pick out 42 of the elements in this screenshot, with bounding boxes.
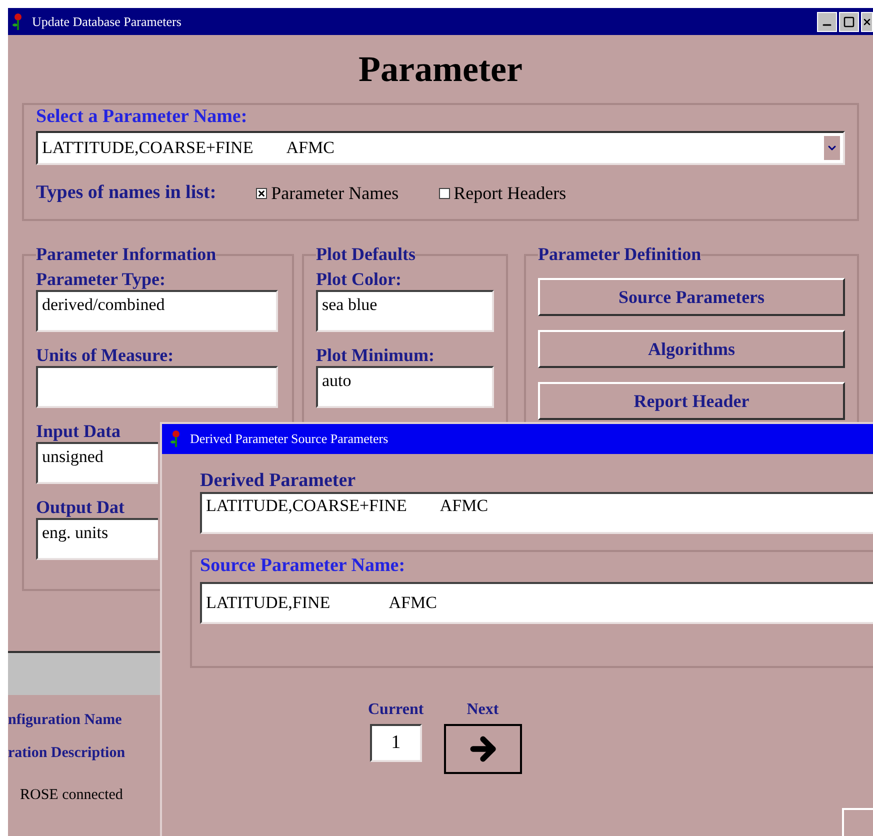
current-label: Current (368, 700, 424, 720)
checkbox[interactable]: Report Headers (438, 180, 566, 207)
field-label: Output Dat (36, 496, 125, 518)
field-label: Plot Minimum: (316, 344, 434, 366)
group-title: Parameter Information (36, 243, 216, 266)
group-title: Plot Defaults (316, 243, 416, 266)
next-label: Next (466, 700, 499, 720)
dialog-title: Derived Parameter Source Parameters (190, 430, 388, 448)
minimize-button[interactable] (817, 12, 837, 32)
close-button[interactable] (861, 12, 873, 32)
parameter-dropdown[interactable]: LATTITUDE,COARSE+FINE AFMC (36, 131, 845, 165)
next-button[interactable] (444, 724, 522, 774)
checkbox[interactable]: Parameter Names (256, 180, 399, 207)
text-field[interactable]: sea blue (316, 290, 494, 332)
text-field[interactable]: derived/combined (36, 290, 278, 332)
text-field[interactable]: eng. units (36, 518, 158, 560)
field-label: Input Data (36, 420, 121, 442)
maximize-icon (843, 16, 855, 28)
field-label: Plot Color: (316, 268, 402, 290)
maximize-button[interactable] (839, 12, 859, 32)
field-label: Derived Parameter (200, 470, 357, 492)
text-field[interactable]: unsigned (36, 442, 158, 484)
status-text: ROSE connected (20, 786, 124, 805)
flower-icon (12, 12, 24, 30)
group-title: Parameter Definition (538, 243, 702, 266)
text-field[interactable]: LATITUDE,FINE AFMC (200, 582, 873, 624)
field-label: Types of names in list: (36, 181, 216, 205)
text-field[interactable]: auto (316, 366, 494, 408)
field-label: Parameter Type: (36, 268, 166, 290)
flower-icon (170, 430, 182, 448)
configuration-label: ration Description (8, 744, 126, 762)
configuration-label: nfiguration Name (8, 711, 122, 730)
field-label: Select a Parameter Name: (36, 105, 248, 129)
definition-button[interactable]: Algorithms (538, 330, 845, 368)
text-field[interactable]: LATITUDE,COARSE+FINE AFMC (200, 492, 873, 534)
page-heading: Parameter (358, 48, 522, 91)
definition-button[interactable]: Report Header (538, 382, 845, 420)
window-title: Update Database Parameters (32, 12, 182, 31)
field-label: Units of Measure: (36, 344, 174, 366)
field-label: Source Parameter Name: (200, 554, 406, 578)
current-field[interactable]: 1 (370, 724, 422, 762)
definition-button[interactable]: Source Parameters (538, 278, 845, 316)
